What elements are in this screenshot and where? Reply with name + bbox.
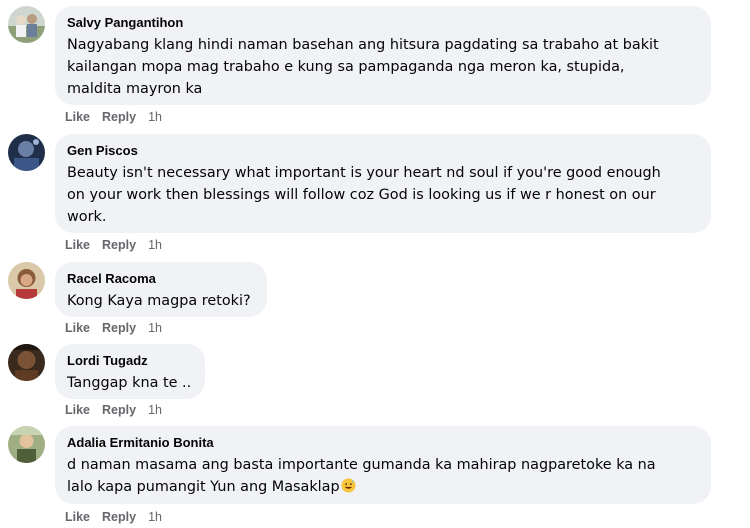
comment-bubble: Salvy Pangantihon Nagyabang klang hindi … (55, 6, 711, 105)
avatar[interactable] (8, 262, 45, 299)
comment-actions: Like Reply 1h (65, 237, 162, 253)
reply-button[interactable]: Reply (102, 321, 136, 335)
comment-actions: Like Reply 1h (65, 109, 162, 125)
like-button[interactable]: Like (65, 110, 90, 124)
reply-button[interactable]: Reply (102, 510, 136, 524)
comment-text: Kong Kaya magpa retoki? (67, 293, 251, 309)
like-button[interactable]: Like (65, 238, 90, 252)
comment-author[interactable]: Adalia Ermitanio Bonita (67, 435, 699, 451)
avatar[interactable] (8, 6, 45, 43)
comment-text-content: d naman masama ang basta importante guma… (67, 457, 656, 495)
comment-bubble: Gen Piscos Beauty isn't necessary what i… (55, 134, 711, 233)
comment-timestamp[interactable]: 1h (148, 321, 162, 335)
comment-author[interactable]: Salvy Pangantihon (67, 15, 699, 31)
comment-bubble: Lordi Tugadz Tanggap kna te .. (55, 344, 205, 399)
comment-timestamp[interactable]: 1h (148, 238, 162, 252)
comment-timestamp[interactable]: 1h (148, 110, 162, 124)
comment-text: Tanggap kna te .. (67, 375, 192, 391)
reply-button[interactable]: Reply (102, 403, 136, 417)
comment-author[interactable]: Gen Piscos (67, 143, 699, 159)
reply-button[interactable]: Reply (102, 110, 136, 124)
comment-text: d naman masama ang basta importante guma… (67, 454, 699, 498)
comment-actions: Like Reply 1h (65, 402, 162, 418)
comment-bubble: Racel Racoma Kong Kaya magpa retoki? (55, 262, 267, 317)
comment-author[interactable]: Lordi Tugadz (67, 353, 193, 369)
avatar[interactable] (8, 134, 45, 171)
comment-text: Beauty isn't necessary what important is… (67, 165, 661, 225)
comments-section: Salvy Pangantihon Nagyabang klang hindi … (0, 0, 750, 528)
like-button[interactable]: Like (65, 510, 90, 524)
grinning-sweat-emoji (341, 478, 356, 493)
comment-actions: Like Reply 1h (65, 509, 162, 525)
comment-timestamp[interactable]: 1h (148, 510, 162, 524)
avatar[interactable] (8, 344, 45, 381)
comment-bubble: Adalia Ermitanio Bonita d naman masama a… (55, 426, 711, 504)
comment-author[interactable]: Racel Racoma (67, 271, 255, 287)
comment-timestamp[interactable]: 1h (148, 403, 162, 417)
comment-text: Nagyabang klang hindi naman basehan ang … (67, 37, 659, 97)
avatar[interactable] (8, 426, 45, 463)
reply-button[interactable]: Reply (102, 238, 136, 252)
like-button[interactable]: Like (65, 403, 90, 417)
comment-actions: Like Reply 1h (65, 320, 162, 336)
like-button[interactable]: Like (65, 321, 90, 335)
